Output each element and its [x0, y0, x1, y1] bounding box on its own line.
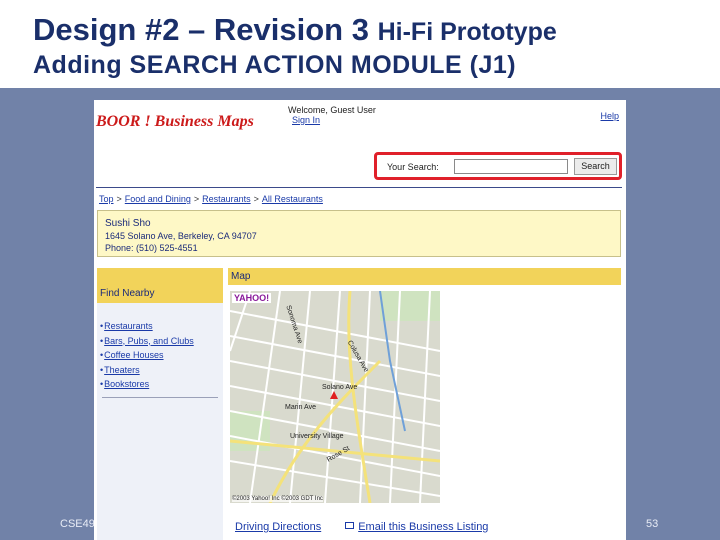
find-nearby-panel: •Restaurants •Bars, Pubs, and Clubs •Cof… [97, 303, 223, 540]
business-name: Sushi Sho [105, 218, 151, 229]
business-address: 1645 Solano Ave, Berkeley, CA 94707 [105, 231, 257, 241]
bullet-icon: • [100, 335, 104, 346]
header-divider [96, 187, 622, 188]
title-main: Design #2 – Revision 3 [33, 12, 378, 47]
bottom-links: Driving Directions Email this Business Li… [235, 521, 488, 533]
find-nearby-item-coffee[interactable]: •Coffee Houses [100, 348, 194, 363]
find-nearby-item-restaurants[interactable]: •Restaurants [100, 319, 194, 334]
find-nearby-title: Find Nearby [100, 288, 155, 299]
prototype-screenshot: BOOR ! Business Maps Welcome, Guest User… [94, 100, 626, 540]
bullet-icon: • [100, 350, 104, 360]
map-view[interactable]: YAHOO! Sonoma Ave Colusa Ave Solano Ave … [230, 291, 440, 503]
email-listing-link[interactable]: Email this Business Listing [358, 521, 488, 533]
slide-title-line2: Adding SEARCH ACTION MODULE (J1) [33, 50, 517, 79]
map-streets-graphic [230, 291, 440, 503]
map-header: Map [228, 268, 621, 285]
find-nearby-item-label: Bars, Pubs, and Clubs [104, 335, 194, 346]
find-nearby-list: •Restaurants •Bars, Pubs, and Clubs •Cof… [100, 319, 194, 392]
breadcrumb-separator: > [116, 194, 122, 204]
find-nearby-item-bars[interactable]: •Bars, Pubs, and Clubs [100, 334, 194, 349]
street-label: Marin Ave [285, 404, 316, 411]
map-copyright: ©2003 Yahoo! Inc ©2003 GDT Inc [232, 496, 323, 502]
site-logo[interactable]: BOOR ! Business Maps [96, 113, 254, 131]
bullet-icon: • [100, 379, 104, 389]
find-nearby-header: Find Nearby [97, 268, 223, 303]
breadcrumb-separator: > [253, 194, 259, 204]
breadcrumb-restaurants[interactable]: Restaurants [202, 194, 251, 204]
find-nearby-item-label: Restaurants [104, 321, 153, 331]
bullet-icon: • [100, 321, 104, 331]
slide-page-number: 53 [646, 518, 659, 530]
find-nearby-item-label: Bookstores [104, 379, 150, 389]
street-label: Solano Ave [322, 384, 358, 391]
sign-in-link[interactable]: Sign In [292, 115, 320, 125]
slide-title: Design #2 – Revision 3 Hi-Fi Prototype A… [33, 12, 713, 80]
breadcrumb-all-restaurants[interactable]: All Restaurants [262, 194, 323, 204]
search-input[interactable] [454, 159, 568, 174]
find-nearby-item-bookstores[interactable]: •Bookstores [100, 377, 194, 392]
search-action-module: Your Search: Search [374, 152, 622, 180]
title-sub: Hi-Fi Prototype [377, 18, 557, 46]
find-nearby-item-label: Coffee Houses [104, 350, 164, 360]
breadcrumb: Top > Food and Dining > Restaurants > All Rest… [99, 194, 323, 204]
driving-directions-link[interactable]: Driving Directions [235, 521, 321, 533]
help-link[interactable]: Help [600, 111, 619, 121]
business-phone: Phone: (510) 525-4551 [105, 243, 198, 253]
bullet-icon: • [100, 364, 104, 375]
breadcrumb-food-and-dining[interactable]: Food and Dining [125, 194, 191, 204]
map-title: Map [231, 271, 251, 282]
street-label: University Village [290, 433, 344, 440]
search-label: Your Search: [387, 162, 439, 172]
find-nearby-item-label: Theaters [104, 364, 140, 375]
yahoo-logo: YAHOO! [232, 293, 272, 303]
search-button[interactable]: Search [574, 158, 617, 175]
find-nearby-item-theaters[interactable]: •Theaters [100, 363, 194, 378]
find-nearby-divider [102, 397, 218, 398]
breadcrumb-separator: > [193, 194, 200, 204]
footer-course-label: CSE49 [60, 518, 95, 530]
breadcrumb-top[interactable]: Top [99, 194, 114, 204]
business-info-box: Sushi Sho 1645 Solano Ave, Berkeley, CA … [97, 210, 621, 257]
slide-title-line1: Design #2 – Revision 3 Hi-Fi Prototype [33, 12, 713, 49]
email-icon [345, 522, 355, 529]
